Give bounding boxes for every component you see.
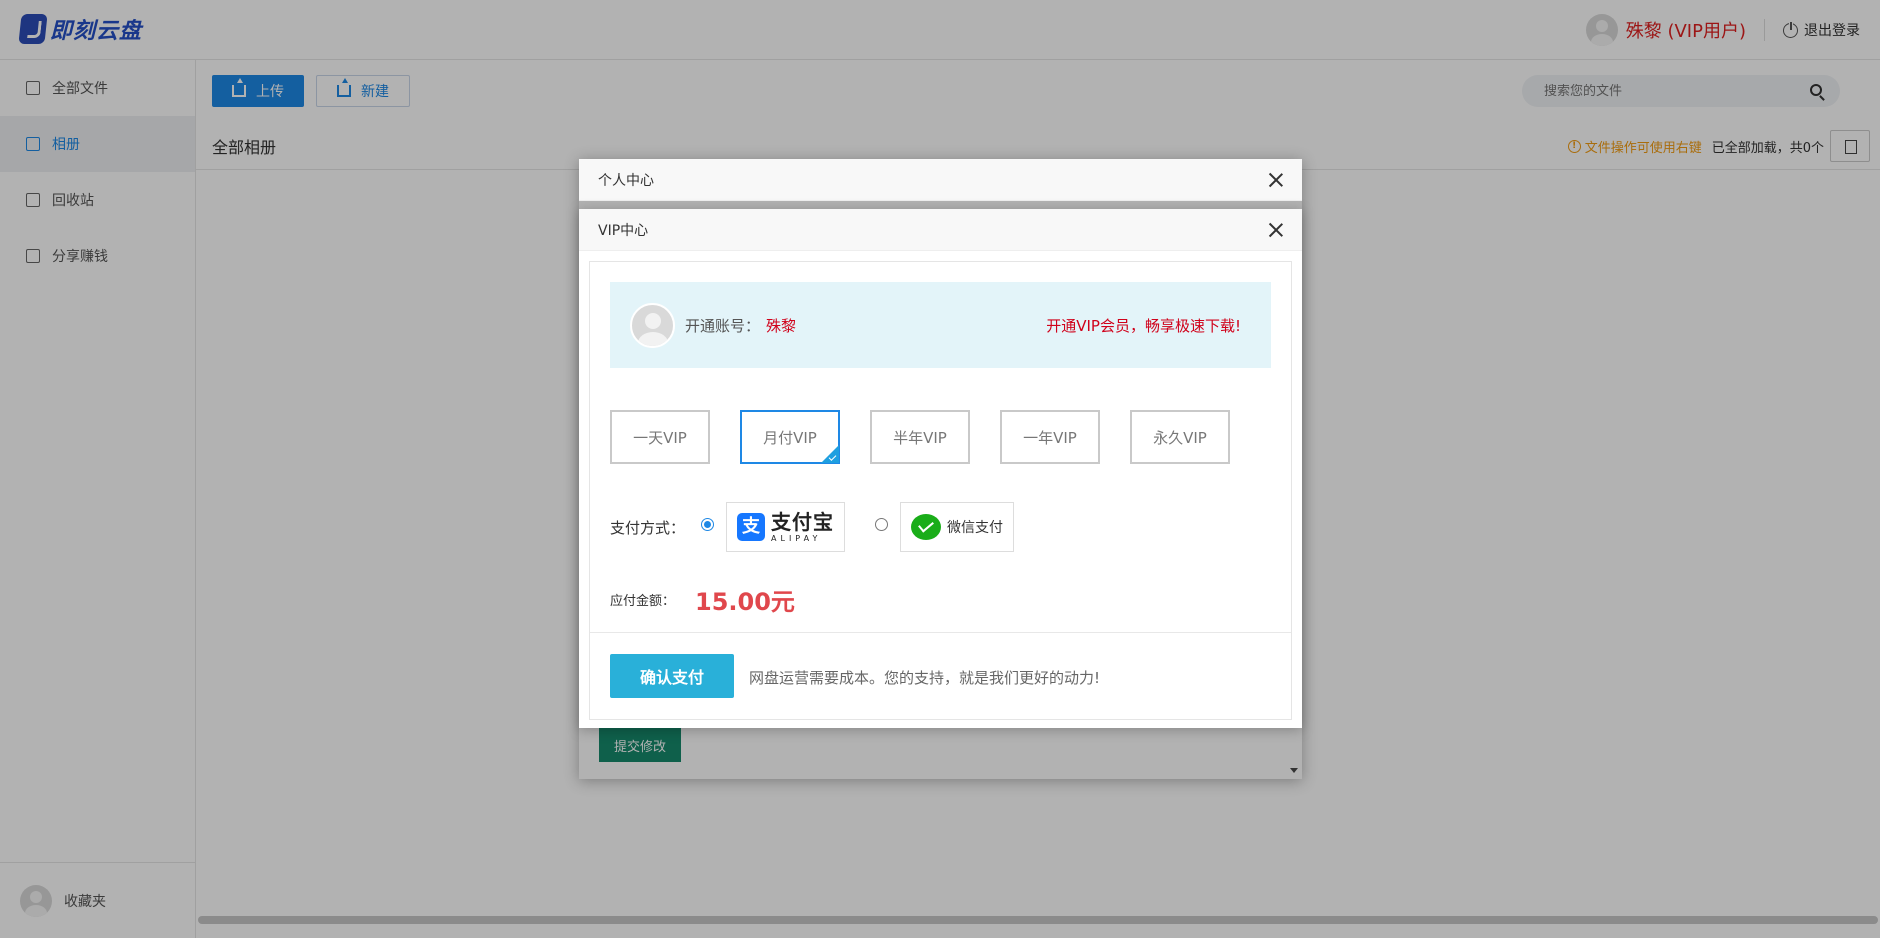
vip-slogan: 开通VIP会员，畅享极速下载! <box>1046 317 1241 335</box>
account-name: 殊黎 <box>766 316 797 335</box>
amount-value: 15.00元 <box>695 588 795 616</box>
plan-option-half-year[interactable]: 半年VIP <box>870 410 970 464</box>
alipay-option[interactable]: 支 支付宝 ALIPAY <box>726 502 846 552</box>
account-bar: 开通账号： 殊黎 开通VIP会员，畅享极速下载! <box>610 282 1271 368</box>
wechat-pay-label: 微信支付 <box>947 520 1004 536</box>
alipay-icon: 支 <box>737 513 766 541</box>
alipay-cn-text: 支付宝 <box>771 509 835 534</box>
plan-option-day[interactable]: 一天VIP <box>610 410 710 464</box>
amount-label: 应付金额： <box>610 594 676 609</box>
payment-label: 支付方式： <box>610 518 686 537</box>
account-label: 开通账号： <box>685 316 761 335</box>
close-icon[interactable] <box>1268 222 1284 238</box>
plan-option-month[interactable]: 月付VIP <box>740 410 840 464</box>
wechat-pay-option[interactable]: 微信支付 <box>900 502 1015 552</box>
plan-option-year[interactable]: 一年VIP <box>1000 410 1100 464</box>
divider <box>590 632 1291 633</box>
vip-plan-options: 一天VIP 月付VIP 半年VIP 一年VIP 永久VIP <box>610 410 1260 464</box>
personal-center-header: 个人中心 <box>579 159 1302 201</box>
wechat-radio[interactable] <box>875 517 889 531</box>
close-icon[interactable] <box>1268 172 1284 188</box>
vip-center-header: VIP中心 <box>579 209 1302 251</box>
plan-option-forever[interactable]: 永久VIP <box>1130 410 1230 464</box>
personal-center-title: 个人中心 <box>598 172 654 189</box>
alipay-en-text: ALIPAY <box>771 533 822 543</box>
account-avatar <box>630 302 675 348</box>
vip-panel: 开通账号： 殊黎 开通VIP会员，畅享极速下载! 一天VIP 月付VIP 半年V… <box>589 261 1292 720</box>
alipay-radio[interactable] <box>701 517 715 531</box>
alipay-wordmark: 支付宝 ALIPAY <box>771 512 834 543</box>
vip-center-modal: VIP中心 开通账号： 殊黎 开通VIP会员，畅享极速下载! 一天VIP 月付V… <box>579 209 1302 728</box>
vip-center-title: VIP中心 <box>598 222 649 239</box>
wechat-icon <box>911 514 942 540</box>
scroll-down-icon[interactable] <box>1290 768 1298 773</box>
plan-label: 月付VIP <box>763 428 817 447</box>
payment-method-row: 支付方式： 支 支付宝 ALIPAY 微信支付 <box>610 502 1015 552</box>
confirm-payment-button[interactable]: 确认支付 <box>610 654 734 698</box>
amount-row: 应付金额： 15.00元 <box>610 582 795 617</box>
support-message: 网盘运营需要成本。您的支持，就是我们更好的动力! <box>749 669 1101 687</box>
check-icon <box>828 453 837 461</box>
